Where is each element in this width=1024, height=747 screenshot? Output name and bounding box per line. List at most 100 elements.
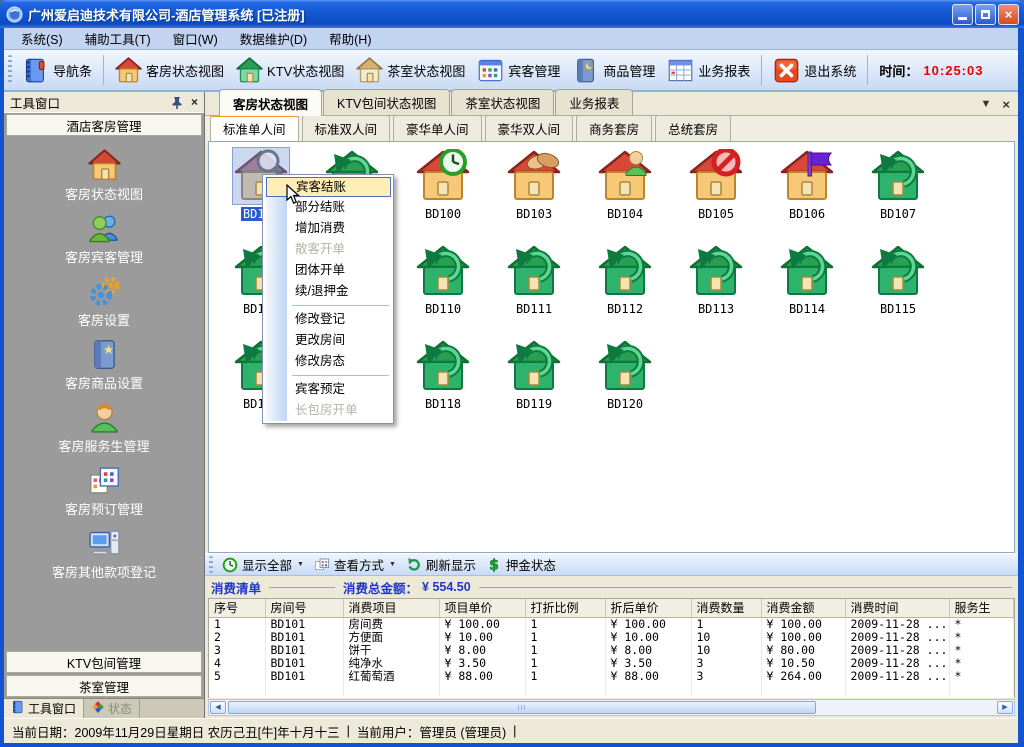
sidebar-close-icon[interactable]: ×: [191, 95, 198, 109]
minimize-button[interactable]: [952, 4, 973, 25]
pin-icon[interactable]: [171, 96, 183, 109]
room-BD111[interactable]: BD111: [492, 243, 576, 316]
dropdown-caret-icon[interactable]: ▼: [389, 561, 396, 568]
column-header-0[interactable]: 序号: [209, 599, 265, 617]
context-menu-item-2[interactable]: 增加消费: [289, 218, 391, 239]
menu-item-1[interactable]: 辅助工具(T): [74, 26, 162, 51]
table-row-4[interactable]: 5BD101红葡萄酒¥ 88.001¥ 88.003¥ 264.002009-1…: [209, 670, 1014, 683]
toolbar-button-1[interactable]: 客房状态视图: [109, 55, 230, 86]
sidebar-item-4[interactable]: 客房服务生管理: [4, 401, 204, 464]
context-menu-item-8[interactable]: 修改房态: [289, 351, 391, 372]
room-type-tab-2[interactable]: 豪华单人间: [393, 115, 482, 141]
toolbar-grip[interactable]: [8, 55, 12, 85]
sidebar-section-tea[interactable]: 茶室管理: [6, 675, 202, 697]
room-BD119[interactable]: BD119: [492, 338, 576, 411]
context-menu-item-5[interactable]: 续/退押金: [289, 281, 391, 302]
title-bar[interactable]: 广州爱启迪技术有限公司-酒店管理系统 [已注册] ×: [0, 0, 1024, 28]
toolbar-button-0[interactable]: 导航条: [16, 55, 98, 86]
table-row-2[interactable]: 3BD101饼干¥ 8.001¥ 8.0010¥ 80.002009-11-28…: [209, 644, 1014, 657]
toolbar-button-7[interactable]: 退出系统: [767, 55, 862, 86]
column-header-4[interactable]: 打折比例: [525, 599, 605, 617]
context-menu-item-0[interactable]: 宾客结账: [266, 177, 391, 197]
consumption-table[interactable]: 序号房间号消费项目项目单价打折比例折后单价消费数量消费金额消费时间服务生 1BD…: [209, 599, 1014, 696]
room-BD105[interactable]: BD105: [674, 148, 758, 221]
action-button-1[interactable]: 查看方式▼: [309, 554, 401, 575]
sidebar-tab-0[interactable]: 工具窗口: [4, 699, 84, 718]
table-row-0[interactable]: 1BD101房间费¥ 100.001¥ 100.001¥ 100.002009-…: [209, 617, 1014, 631]
room-type-tab-1[interactable]: 标准双人间: [302, 115, 391, 141]
menu-item-0[interactable]: 系统(S): [10, 26, 74, 51]
room-BD107[interactable]: BD107: [856, 148, 940, 221]
room-type-tab-5[interactable]: 总统套房: [655, 115, 731, 141]
room-BD104[interactable]: BD104: [583, 148, 667, 221]
main-tab-2[interactable]: 茶室状态视图: [451, 89, 554, 115]
menu-item-3[interactable]: 数据维护(D): [229, 26, 318, 51]
sidebar-item-5[interactable]: 客房预订管理: [4, 464, 204, 527]
main-tab-0[interactable]: 客房状态视图: [219, 89, 322, 116]
tab-close-icon[interactable]: ×: [1002, 98, 1010, 111]
room-BD120[interactable]: BD120: [583, 338, 667, 411]
context-menu-item-7[interactable]: 更改房间: [289, 330, 391, 351]
main-tab-3[interactable]: 业务报表: [555, 89, 633, 115]
application-window: 广州爱启迪技术有限公司-酒店管理系统 [已注册] × 系统(S)辅助工具(T)窗…: [0, 0, 1024, 747]
room-BD115[interactable]: BD115: [856, 243, 940, 316]
sidebar-section-hotel-rooms[interactable]: 酒店客房管理: [6, 114, 202, 136]
room-BD114[interactable]: BD114: [765, 243, 849, 316]
cell: 2009-11-28 ...: [845, 617, 949, 631]
context-menu-item-1[interactable]: 部分结账: [289, 197, 391, 218]
action-button-2[interactable]: 刷新显示: [401, 554, 481, 575]
room-BD103[interactable]: BD103: [492, 148, 576, 221]
main-tab-1[interactable]: KTV包间状态视图: [323, 89, 450, 115]
room-BD106[interactable]: BD106: [765, 148, 849, 221]
room-BD113[interactable]: BD113: [674, 243, 758, 316]
room-BD118[interactable]: BD118: [401, 338, 485, 411]
sidebar-item-1[interactable]: 客房宾客管理: [4, 212, 204, 275]
column-header-6[interactable]: 消费数量: [691, 599, 761, 617]
toolbar-button-2[interactable]: KTV状态视图: [230, 55, 350, 86]
column-header-1[interactable]: 房间号: [265, 599, 343, 617]
room-BD100[interactable]: BD100: [401, 148, 485, 221]
action-button-3[interactable]: $押金状态: [481, 554, 561, 575]
sidebar-item-2[interactable]: 客房设置: [4, 275, 204, 338]
sidebar-item-6[interactable]: 客房其他款项登记: [4, 527, 204, 590]
menu-item-4[interactable]: 帮助(H): [318, 26, 382, 51]
table-row-3[interactable]: 4BD101纯净水¥ 3.501¥ 3.503¥ 10.502009-11-28…: [209, 657, 1014, 670]
toolbar-button-5[interactable]: 商品管理: [566, 55, 661, 86]
context-menu-item-6[interactable]: 修改登记: [289, 309, 391, 330]
scroll-right-icon[interactable]: ▶: [997, 701, 1013, 714]
menu-item-2[interactable]: 窗口(W): [162, 26, 229, 51]
room-BD110[interactable]: BD110: [401, 243, 485, 316]
close-button[interactable]: ×: [998, 4, 1019, 25]
dropdown-caret-icon[interactable]: ▼: [297, 561, 304, 568]
sidebar-section-ktv[interactable]: KTV包间管理: [6, 651, 202, 673]
room-type-tab-3[interactable]: 豪华双人间: [485, 115, 574, 141]
scroll-left-icon[interactable]: ◀: [210, 701, 226, 714]
action-button-0[interactable]: 显示全部▼: [217, 554, 309, 575]
room-BD112[interactable]: BD112: [583, 243, 667, 316]
room-type-tab-0[interactable]: 标准单人间: [210, 115, 299, 141]
sidebar-item-3[interactable]: 客房商品设置: [4, 338, 204, 401]
cell: 方便面: [343, 631, 439, 644]
context-menu-item-9[interactable]: 宾客预定: [289, 379, 391, 400]
column-header-7[interactable]: 消费金额: [761, 599, 845, 617]
column-header-3[interactable]: 项目单价: [439, 599, 525, 617]
column-header-2[interactable]: 消费项目: [343, 599, 439, 617]
tab-dropdown-icon[interactable]: ▼: [981, 99, 992, 110]
room-icon-vacant: [597, 243, 653, 299]
cell: 3: [209, 644, 265, 657]
toolbar-button-3[interactable]: 茶室状态视图: [350, 55, 471, 86]
action-bar-grip[interactable]: [209, 556, 213, 573]
column-header-9[interactable]: 服务生: [949, 599, 1014, 617]
room-type-tab-4[interactable]: 商务套房: [576, 115, 652, 141]
toolbar-button-6[interactable]: 业务报表: [661, 55, 756, 86]
horizontal-scrollbar[interactable]: ◀ ▶: [208, 699, 1015, 716]
table-row-1[interactable]: 2BD101方便面¥ 10.001¥ 10.0010¥ 100.002009-1…: [209, 631, 1014, 644]
maximize-button[interactable]: [975, 4, 996, 25]
sidebar-item-0[interactable]: 客房状态视图: [4, 149, 204, 212]
column-header-5[interactable]: 折后单价: [605, 599, 691, 617]
column-header-8[interactable]: 消费时间: [845, 599, 949, 617]
scrollbar-thumb[interactable]: [228, 701, 816, 714]
sidebar-tab-1[interactable]: 状态: [84, 699, 140, 718]
context-menu-item-4[interactable]: 团体开单: [289, 260, 391, 281]
toolbar-button-4[interactable]: 宾客管理: [471, 55, 566, 86]
